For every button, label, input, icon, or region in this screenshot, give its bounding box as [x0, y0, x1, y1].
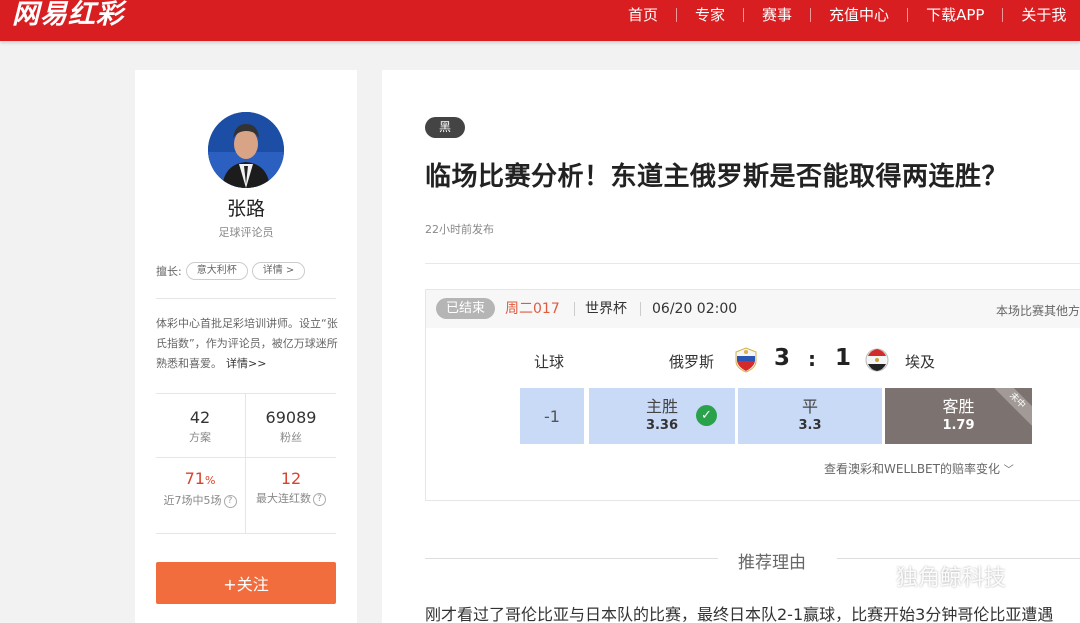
away-team-name[interactable]: 埃及 — [905, 351, 935, 372]
divider — [156, 393, 336, 394]
divider — [837, 558, 1080, 559]
handicap-value-cell: -1 — [520, 388, 584, 444]
help-icon[interactable]: ? — [313, 493, 326, 506]
divider — [425, 558, 718, 559]
handicap-label: 让球 — [534, 353, 565, 371]
match-number: 周二017 — [505, 301, 560, 317]
odds-away-win-label: 客胜 — [942, 397, 975, 416]
nav-matches[interactable]: 赛事 — [744, 0, 810, 30]
avatar-portrait-icon — [208, 112, 284, 188]
header-divider — [574, 302, 575, 316]
specialty-row: 擅长: 意大利杯 详情 > — [156, 262, 306, 280]
site-logo[interactable]: 网易红彩 — [12, 0, 124, 30]
other-plans-link[interactable]: 本场比赛其他方 — [996, 302, 1080, 319]
stat-plans-label: 方案 — [189, 431, 211, 444]
stat-hit-rate: 71% 近7场中5场? — [155, 469, 245, 509]
odds-home-win-label: 主胜 — [645, 397, 678, 416]
main-nav: 首页 专家 赛事 充值中心 下载APP 关于我 — [610, 0, 1080, 30]
nav-about[interactable]: 关于我 — [1003, 0, 1080, 30]
stat-streak: 12 最大连红数? — [246, 469, 336, 507]
top-nav-bar: 网易红彩 首页 专家 赛事 充值中心 下载APP 关于我 — [0, 0, 1080, 41]
recommend-reason-heading: 推荐理由 — [738, 553, 806, 573]
nav-experts[interactable]: 专家 — [677, 0, 743, 30]
result-ribbon: 未中 — [987, 388, 1032, 431]
nav-download-app[interactable]: 下载APP — [908, 0, 1002, 30]
egypt-flag-icon — [865, 348, 889, 372]
match-datetime: 06/20 02:00 — [652, 301, 738, 317]
away-score: 1 — [835, 345, 852, 371]
stat-hit-rate-label: 近7场中5场? — [155, 493, 245, 509]
header-divider — [640, 302, 641, 316]
avatar[interactable] — [208, 112, 284, 188]
match-status-badge: 已结束 — [436, 298, 496, 319]
stat-plans-value: 42 — [189, 408, 211, 427]
stat-fans-value: 69089 — [265, 408, 317, 427]
match-header: 已结束 周二017 世界杯 06/20 02:00 本场比赛其他方 — [426, 290, 1080, 328]
expert-role: 足球评论员 — [218, 226, 274, 239]
expert-profile-card: 张路 足球评论员 擅长: 意大利杯 详情 > 体彩中心首批足彩培训讲师。设立“张… — [135, 70, 357, 623]
article-card: 黑 临场比赛分析！东道主俄罗斯是否能取得两连胜？ 22小时前发布 已结束 周二0… — [382, 70, 1080, 623]
divider — [425, 263, 1080, 264]
article-title: 临场比赛分析！东道主俄罗斯是否能取得两连胜？ — [425, 162, 1009, 192]
divider — [156, 457, 336, 458]
odds-draw-label: 平 — [801, 397, 818, 416]
article-body: 刚才看过了哥伦比亚与日本队的比赛，最终日本队2-1赢球，比赛开始3分钟哥伦比亚遭… — [425, 605, 1054, 623]
handicap-value: -1 — [544, 406, 560, 426]
specialty-label: 擅长: — [156, 265, 182, 278]
odds-change-link[interactable]: 查看澳彩和WELLBET的赔率变化 ﹀ — [824, 460, 1014, 477]
specialty-detail-link[interactable]: 详情 > — [251, 262, 306, 280]
home-team-name[interactable]: 俄罗斯 — [669, 351, 714, 372]
check-icon: ✓ — [696, 405, 717, 426]
stat-streak-value: 12 — [280, 469, 302, 488]
odds-away-win-value: 1.79 — [942, 418, 975, 433]
odds-away-win[interactable]: 客胜 1.79 未中 — [885, 388, 1032, 444]
category-badge: 黑 — [425, 117, 466, 138]
nav-home[interactable]: 首页 — [610, 0, 676, 30]
follow-button[interactable]: +关注 — [156, 562, 336, 604]
help-icon[interactable]: ? — [223, 495, 237, 508]
odds-draw-value: 3.3 — [798, 418, 822, 433]
odds-draw[interactable]: 平 3.3 — [738, 388, 882, 444]
specialty-tag[interactable]: 意大利杯 — [185, 262, 248, 280]
stat-hit-rate-value: 71% — [184, 469, 216, 488]
expert-name: 张路 — [226, 198, 265, 220]
publish-time: 22小时前发布 — [425, 223, 494, 236]
wechat-icon — [862, 565, 890, 587]
divider — [156, 533, 336, 534]
home-score: 3 — [774, 345, 791, 371]
stat-streak-label: 最大连红数? — [246, 491, 336, 507]
odds-home-win-value: 3.36 — [645, 418, 679, 433]
match-league: 世界杯 — [585, 301, 627, 317]
nav-recharge[interactable]: 充值中心 — [811, 0, 907, 30]
expert-bio: 体彩中心首批足彩培训讲师。设立“张氏指数”，作为评论员，被亿万球迷所熟悉和喜爱。… — [156, 314, 342, 374]
watermark: 独角鲸科技 — [862, 560, 1006, 592]
stat-plans[interactable]: 42 方案 — [155, 408, 245, 446]
divider — [156, 298, 336, 299]
match-card: 已结束 周二017 世界杯 06/20 02:00 本场比赛其他方 让球 俄罗斯… — [425, 289, 1080, 501]
bio-detail-link[interactable]: 详情>> — [226, 357, 266, 370]
score-separator: : — [808, 347, 816, 371]
stat-fans[interactable]: 69089 粉丝 — [246, 408, 336, 446]
watermark-text: 独角鲸科技 — [896, 566, 1007, 591]
stat-fans-label: 粉丝 — [280, 431, 302, 444]
russia-flag-icon — [735, 347, 757, 373]
odds-home-win[interactable]: 主胜 3.36 ✓ — [589, 388, 735, 444]
chevron-down-icon: ﹀ — [1003, 465, 1014, 476]
